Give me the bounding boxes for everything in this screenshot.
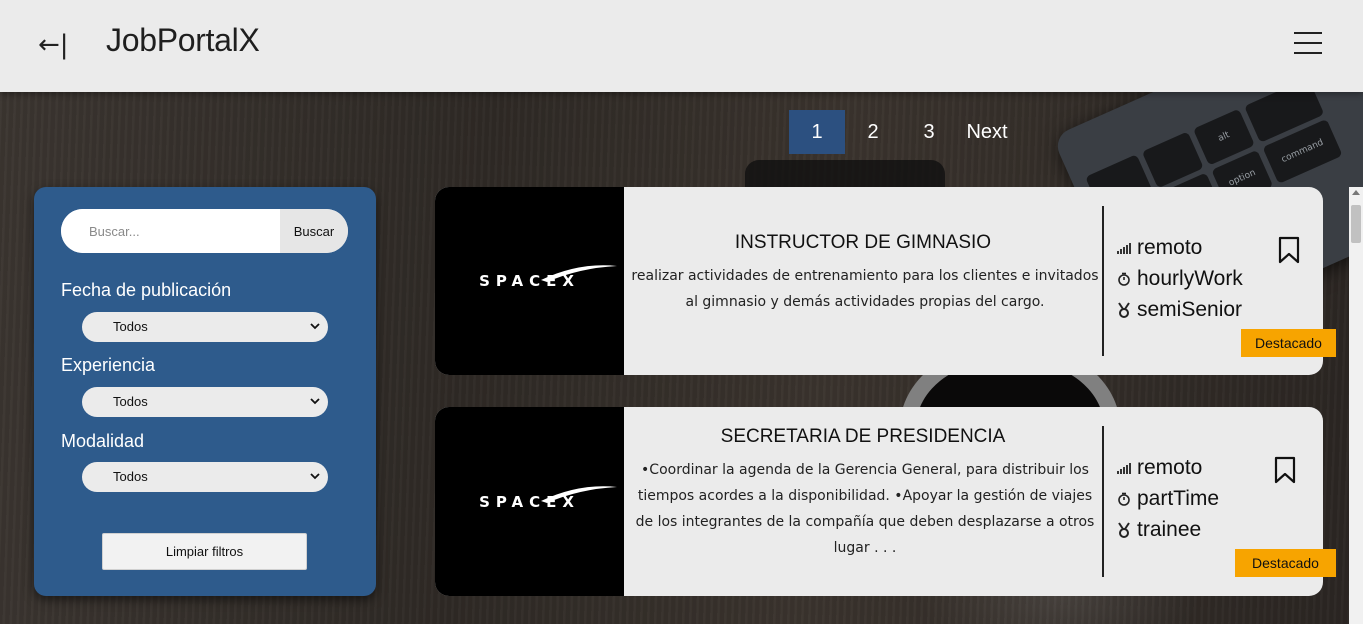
chevron-down-icon [310,387,320,417]
medal-icon [1117,301,1137,318]
page-1-button[interactable]: 1 [789,110,845,154]
back-arrow-icon[interactable]: ←| [38,28,72,62]
schedule-tag: partTime [1117,483,1219,514]
experience-filter-select[interactable]: Todos [82,387,328,417]
job-tags: remoto partTime trainee [1117,452,1219,545]
job-title: SECRETARIA DE PRESIDENCIA [720,426,1006,447]
medal-icon [1117,521,1137,538]
schedule-tag: hourlyWork [1117,263,1243,294]
vertical-scrollbar[interactable] [1349,187,1363,624]
top-header: ←| JobPortalX [0,0,1363,92]
modality-tag: remoto [1117,452,1219,483]
page-3-button[interactable]: 3 [901,110,957,154]
level-tag: trainee [1117,514,1219,545]
modality-filter-select[interactable]: Todos [82,462,328,492]
featured-badge: Destacado [1235,549,1336,577]
featured-badge: Destacado [1241,329,1336,357]
level-tag: semiSenior [1117,294,1243,325]
company-logo-text: SPACEX [479,485,618,511]
job-description: •Coordinar la agenda de la Gerencia Gene… [635,462,1095,556]
card-divider [1102,426,1104,577]
job-tags: remoto hourlyWork semiSenior [1117,232,1243,325]
scroll-up-arrow-icon[interactable] [1352,190,1360,195]
signal-bars-icon [1117,462,1137,474]
stopwatch-icon [1117,492,1137,506]
modality-filter-value: Todos [113,469,148,484]
search-input[interactable] [61,209,280,253]
company-logo: SPACEX [435,187,624,375]
job-card[interactable]: SPACEX SECRETARIA DE PRESIDENCIA •Coordi… [435,407,1336,596]
chevron-down-icon [310,312,320,342]
clear-filters-button[interactable]: Limpiar filtros [102,533,307,570]
page-2-button[interactable]: 2 [845,110,901,154]
date-filter-select[interactable]: Todos [82,312,328,342]
search-box: Buscar [61,209,348,253]
bookmark-icon[interactable] [1278,236,1300,268]
filters-panel: Buscar Fecha de publicación Todos Experi… [34,187,376,596]
experience-filter-label: Experiencia [61,355,156,375]
logo-swoosh-icon [541,485,618,503]
hamburger-menu-icon[interactable] [1294,32,1322,58]
stopwatch-icon [1117,272,1137,286]
search-button[interactable]: Buscar [280,209,348,253]
signal-bars-icon [1117,242,1137,254]
company-logo: SPACEX [435,407,624,596]
company-logo-text: SPACEX [479,265,618,290]
modality-tag: remoto [1117,232,1243,263]
experience-filter-value: Todos [113,394,148,409]
next-page-button[interactable]: Next [959,110,1015,154]
date-filter-label: Fecha de publicación [61,280,232,300]
modality-filter-label: Modalidad [61,431,145,451]
app-logo[interactable]: JobPortalX [106,22,260,59]
date-filter-value: Todos [113,319,148,334]
job-title: INSTRUCTOR DE GIMNASIO [734,232,992,253]
pagination: 1 2 3 Next [789,110,1015,154]
job-card[interactable]: SPACEX INSTRUCTOR DE GIMNASIO realizar a… [435,187,1336,375]
card-divider [1102,206,1104,356]
logo-swoosh-icon [541,265,618,282]
chevron-down-icon [310,462,320,492]
scroll-thumb[interactable] [1351,205,1361,243]
bookmark-icon[interactable] [1274,456,1296,488]
job-description: realizar actividades de entrenamiento pa… [631,268,1099,310]
